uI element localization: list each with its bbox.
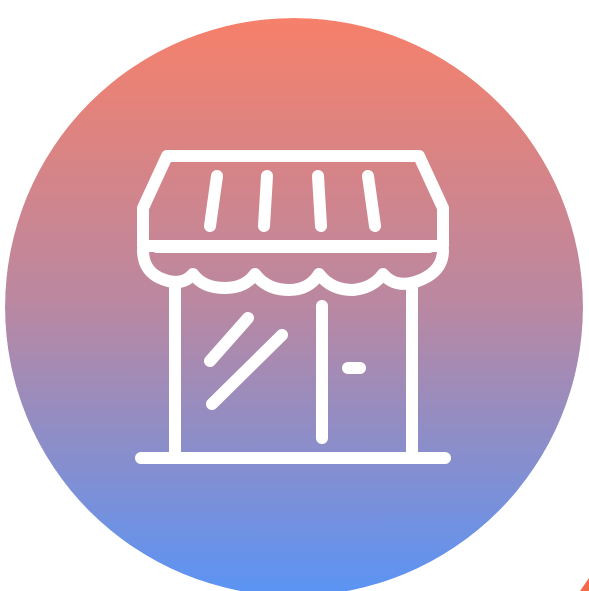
storefront-icon	[5, 18, 583, 591]
awning-stripe	[258, 170, 273, 232]
canvas	[0, 0, 589, 591]
awning-stripe	[312, 170, 327, 232]
awning-stripe	[204, 170, 223, 232]
awning-stripe	[362, 170, 381, 232]
badge-background	[5, 18, 583, 591]
storefront-badge	[5, 18, 583, 591]
corner-mark	[580, 578, 589, 591]
